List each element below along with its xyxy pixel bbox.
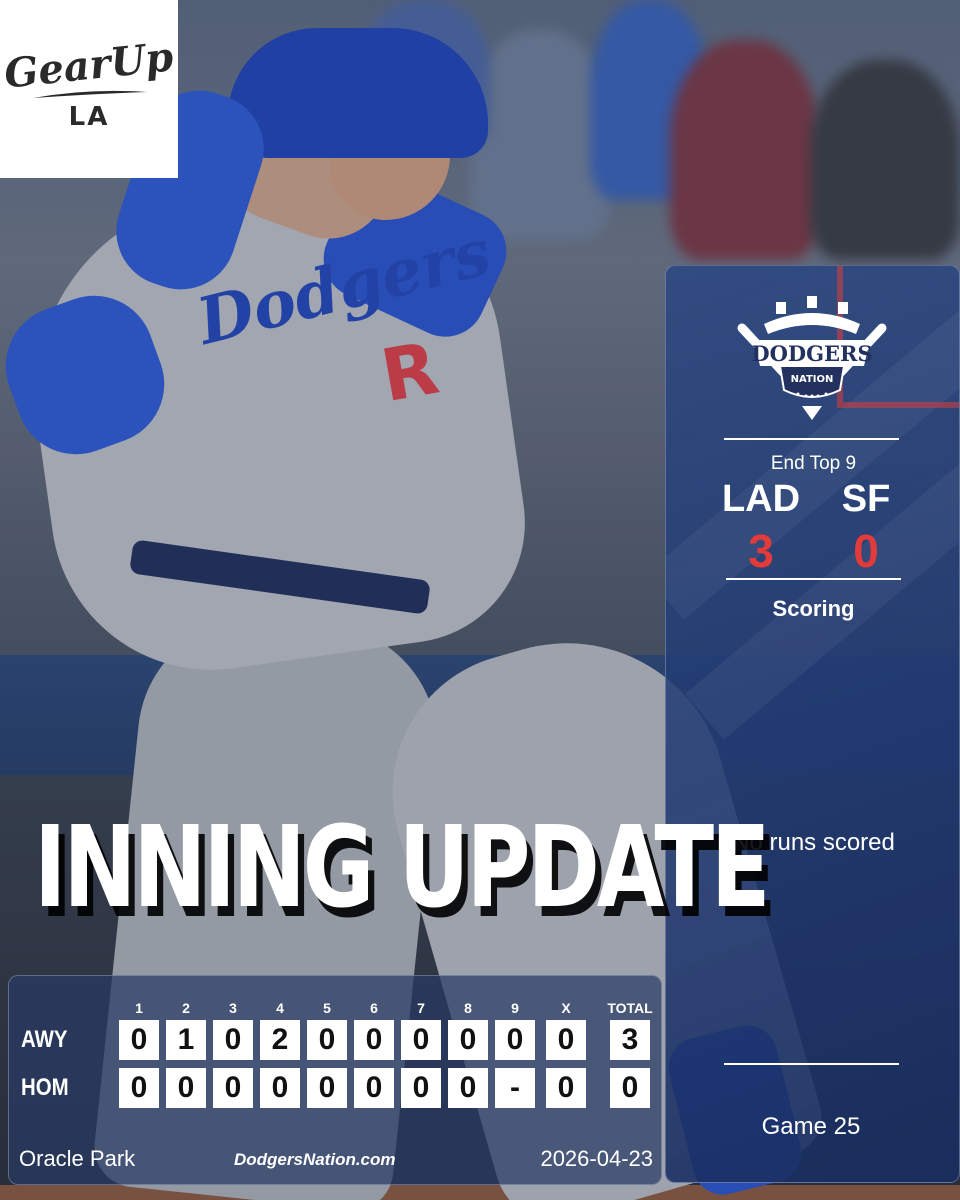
away-team-score: 3 bbox=[748, 525, 774, 577]
inning-run-cell: 0 bbox=[448, 1020, 488, 1060]
inning-run-cell: 1 bbox=[166, 1020, 206, 1060]
inning-run-cell: - bbox=[495, 1068, 535, 1108]
inning-run-cell: 0 bbox=[260, 1068, 300, 1108]
inning-header: 7 bbox=[417, 1000, 425, 1016]
away-row-label: AWY bbox=[21, 1026, 68, 1053]
inning-run-cell: 0 bbox=[119, 1068, 159, 1108]
inning-run-cell: 0 bbox=[354, 1020, 394, 1060]
total-column-header: TOTAL bbox=[607, 1000, 653, 1016]
inning-run-cell: 0 bbox=[448, 1068, 488, 1108]
total-run-cell: 3 bbox=[610, 1020, 650, 1060]
inning-run-cell: 0 bbox=[546, 1020, 586, 1060]
inning-run-cell: 0 bbox=[307, 1020, 347, 1060]
game-number: Game 25 bbox=[761, 1113, 861, 1140]
site-credit: DodgersNation.com bbox=[234, 1150, 396, 1169]
home-team-score: 0 bbox=[853, 525, 879, 577]
inning-run-cell: 0 bbox=[213, 1068, 253, 1108]
inning-run-cell: 0 bbox=[166, 1068, 206, 1108]
home-row-label: HOM bbox=[21, 1074, 69, 1101]
inning-header: 5 bbox=[323, 1000, 331, 1016]
inning-run-cell: 0 bbox=[119, 1020, 159, 1060]
inning-run-cell: 0 bbox=[401, 1020, 441, 1060]
game-info-panel: DODGERS NATION End Top 9 LAD SF 3 0 Scor… bbox=[665, 265, 960, 1183]
inning-header: 6 bbox=[370, 1000, 378, 1016]
inning-run-cell: 0 bbox=[213, 1020, 253, 1060]
crest-title: DODGERS bbox=[751, 341, 872, 366]
inning-run-cell: 0 bbox=[401, 1068, 441, 1108]
away-team-abbr: LAD bbox=[721, 478, 801, 520]
logo-subtitle: LA bbox=[68, 102, 110, 132]
scoring-title: Scoring bbox=[772, 596, 855, 621]
inning-run-cell: 0 bbox=[546, 1068, 586, 1108]
inning-header: 1 bbox=[135, 1000, 143, 1016]
inning-run-cell: 0 bbox=[307, 1068, 347, 1108]
inning-header: 2 bbox=[182, 1000, 190, 1016]
dodgers-nation-crest-icon: DODGERS NATION bbox=[737, 296, 887, 420]
inning-header: 8 bbox=[464, 1000, 472, 1016]
inning-run-cell: 0 bbox=[354, 1068, 394, 1108]
headline: INNING UPDATE bbox=[34, 803, 771, 933]
game-status: End Top 9 bbox=[770, 453, 857, 474]
home-team-abbr: SF bbox=[841, 478, 891, 520]
inning-run-cell: 2 bbox=[260, 1020, 300, 1060]
divider bbox=[724, 1063, 899, 1065]
inning-header: 4 bbox=[276, 1000, 284, 1016]
inning-header: 3 bbox=[229, 1000, 237, 1016]
game-date: 2026-04-23 bbox=[540, 1146, 653, 1171]
venue: Oracle Park bbox=[19, 1146, 136, 1171]
inning-header: 9 bbox=[511, 1000, 519, 1016]
logo-wordmark: GearUp bbox=[2, 33, 176, 98]
inning-run-cell: 0 bbox=[495, 1020, 535, 1060]
linescore: AWY HOM Oracle Park DodgersNation.com 20… bbox=[8, 975, 662, 1185]
divider bbox=[726, 578, 901, 580]
divider bbox=[724, 438, 899, 440]
gearup-la-logo: GearUp LA bbox=[0, 0, 178, 178]
total-run-cell: 0 bbox=[610, 1068, 650, 1108]
inning-header: X bbox=[561, 1000, 571, 1016]
crest-subtitle: NATION bbox=[791, 374, 834, 385]
